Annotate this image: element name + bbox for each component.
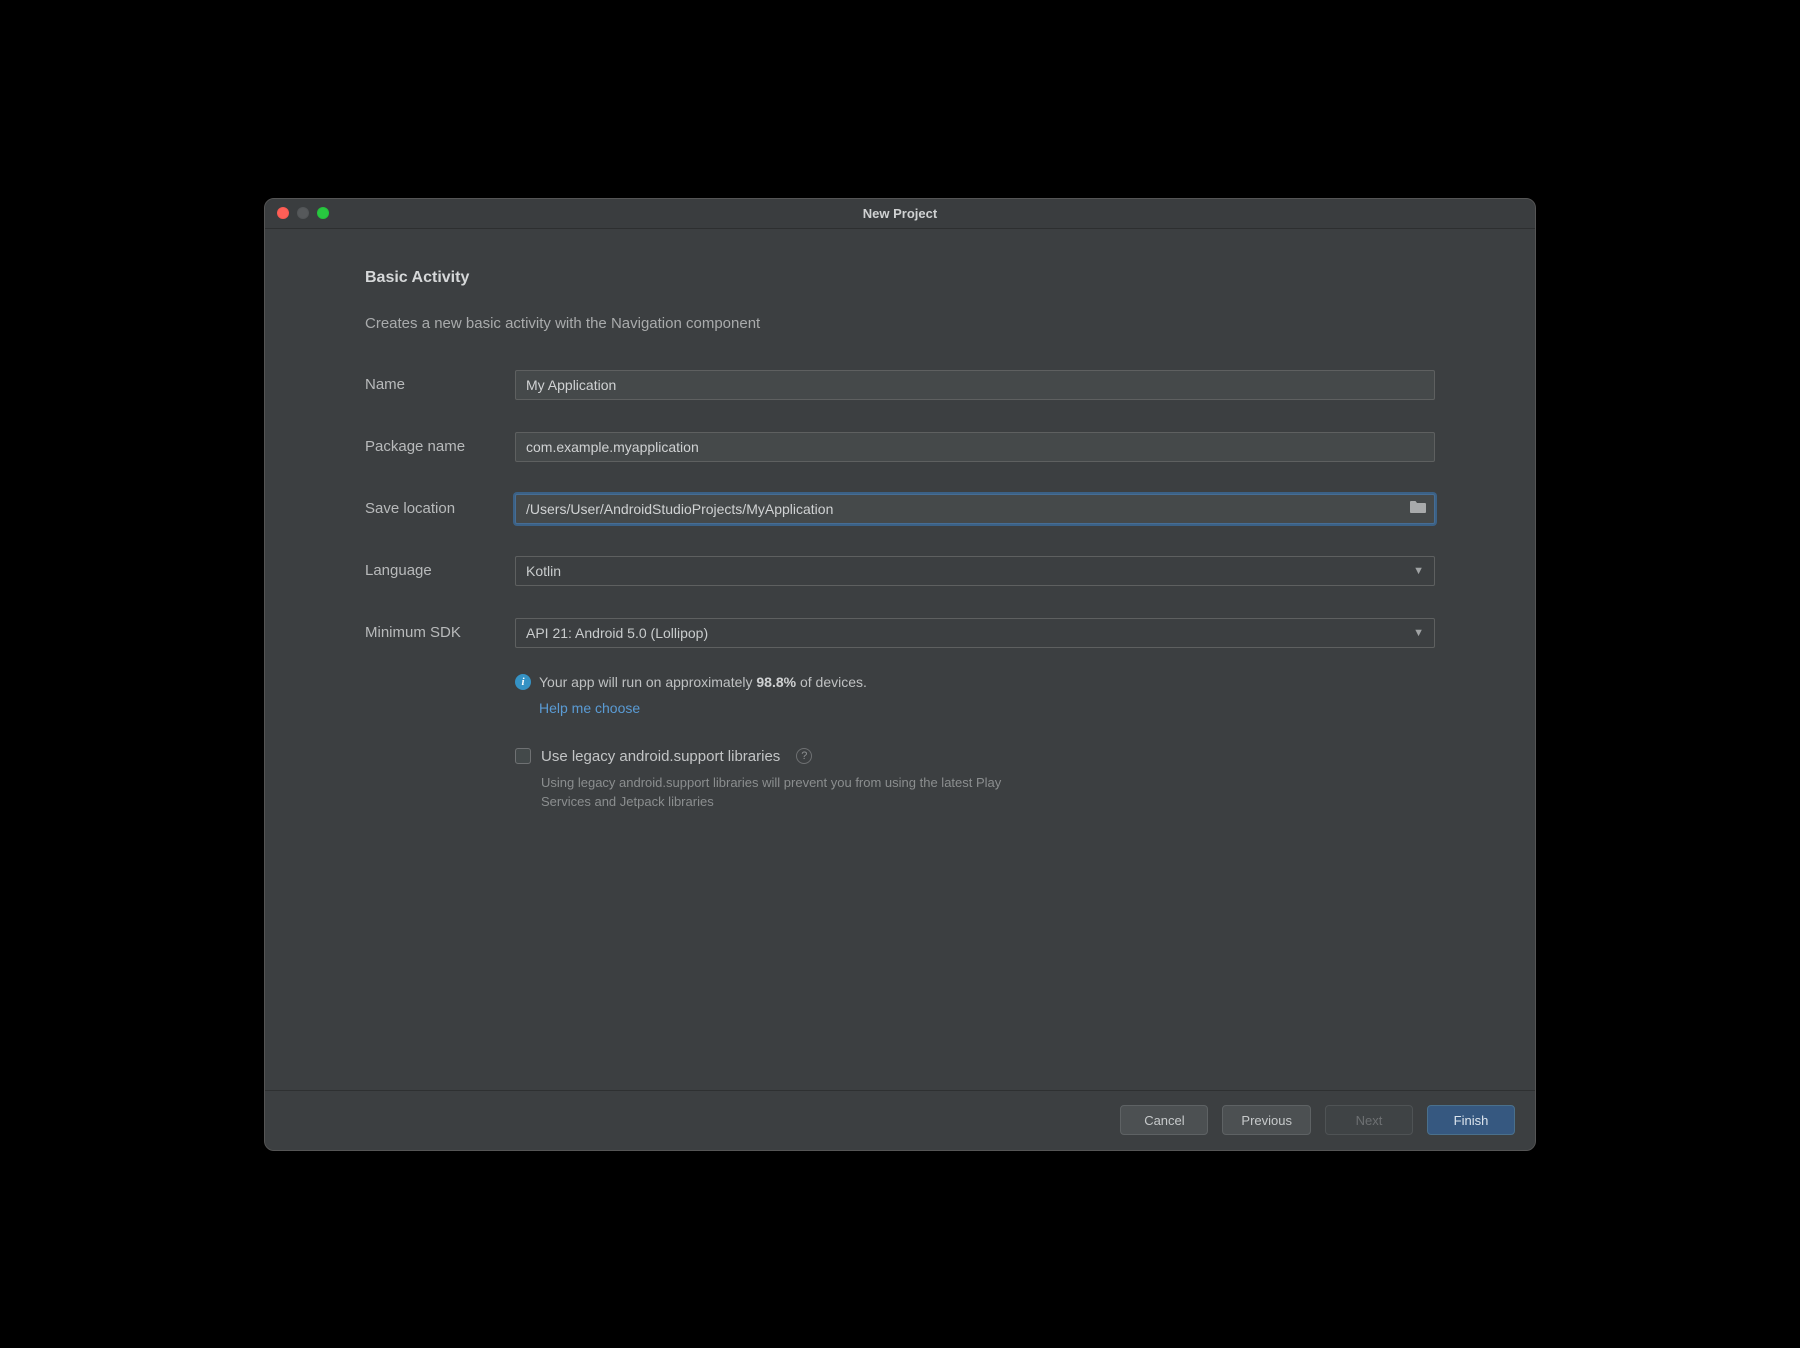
row-location: Save location: [365, 494, 1435, 524]
sdk-info-suffix: of devices.: [796, 674, 867, 690]
save-location-input[interactable]: [515, 494, 1435, 524]
chevron-down-icon: ▼: [1413, 565, 1424, 577]
help-me-choose-link[interactable]: Help me choose: [539, 700, 640, 716]
sdk-info-percent: 98.8%: [756, 674, 796, 690]
minimize-window-button[interactable]: [297, 207, 309, 219]
use-legacy-label: Use legacy android.support libraries: [541, 748, 780, 765]
info-icon: i: [515, 674, 531, 690]
browse-folder-icon[interactable]: [1409, 499, 1427, 518]
sdk-info-prefix: Your app will run on approximately: [539, 674, 756, 690]
label-minsdk: Minimum SDK: [365, 624, 515, 641]
use-legacy-checkbox[interactable]: [515, 748, 531, 764]
row-minsdk: Minimum SDK API 21: Android 5.0 (Lollipo…: [365, 618, 1435, 648]
cancel-button[interactable]: Cancel: [1120, 1105, 1208, 1135]
row-name: Name: [365, 370, 1435, 400]
row-package: Package name: [365, 432, 1435, 462]
page-description: Creates a new basic activity with the Na…: [365, 315, 1435, 332]
package-name-input[interactable]: [515, 432, 1435, 462]
sdk-info-block: i Your app will run on approximately 98.…: [515, 674, 1435, 718]
window-title: New Project: [265, 206, 1535, 221]
row-language: Language Kotlin ▼: [365, 556, 1435, 586]
next-button: Next: [1325, 1105, 1413, 1135]
finish-button[interactable]: Finish: [1427, 1105, 1515, 1135]
chevron-down-icon: ▼: [1413, 627, 1424, 639]
zoom-window-button[interactable]: [317, 207, 329, 219]
previous-button[interactable]: Previous: [1222, 1105, 1311, 1135]
label-language: Language: [365, 562, 515, 579]
minimum-sdk-select-value: API 21: Android 5.0 (Lollipop): [526, 625, 708, 641]
window-controls: [265, 207, 329, 219]
label-package: Package name: [365, 438, 515, 455]
new-project-dialog: New Project Basic Activity Creates a new…: [264, 198, 1536, 1151]
page-title: Basic Activity: [365, 269, 1435, 287]
label-location: Save location: [365, 500, 515, 517]
language-select-value: Kotlin: [526, 563, 561, 579]
use-legacy-help-text: Using legacy android.support libraries w…: [541, 773, 1041, 812]
language-select[interactable]: Kotlin ▼: [515, 556, 1435, 586]
name-input[interactable]: [515, 370, 1435, 400]
close-window-button[interactable]: [277, 207, 289, 219]
sdk-info-line: i Your app will run on approximately 98.…: [515, 674, 1435, 690]
dialog-content: Basic Activity Creates a new basic activ…: [265, 229, 1535, 1090]
label-name: Name: [365, 376, 515, 393]
titlebar: New Project: [265, 199, 1535, 229]
dialog-footer: Cancel Previous Next Finish: [265, 1090, 1535, 1150]
help-icon[interactable]: ?: [796, 748, 812, 764]
legacy-block: Use legacy android.support libraries ? U…: [515, 748, 1435, 812]
minimum-sdk-select[interactable]: API 21: Android 5.0 (Lollipop) ▼: [515, 618, 1435, 648]
